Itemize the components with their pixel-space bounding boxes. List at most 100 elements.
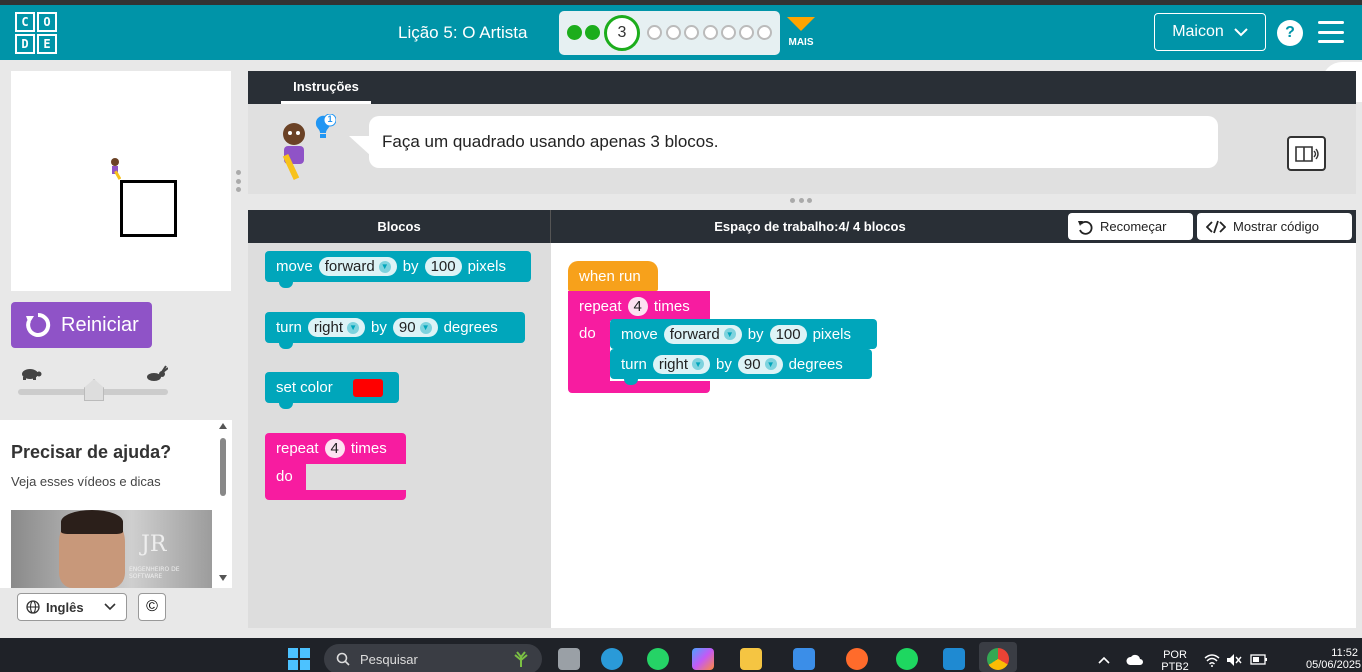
repeat-count-field[interactable]: 4 bbox=[627, 296, 648, 316]
angle-dropdown[interactable]: 90 ▼ bbox=[737, 354, 783, 374]
scroll-up-icon[interactable] bbox=[218, 422, 228, 430]
move-block[interactable]: move forward ▼ by 100 pixels bbox=[610, 319, 877, 355]
speed-slider[interactable] bbox=[18, 365, 170, 405]
help-scrollbar[interactable] bbox=[218, 422, 228, 584]
more-levels-button[interactable]: MAIS bbox=[785, 17, 817, 48]
instruction-bubble: Faça um quadrado usando apenas 3 blocos. bbox=[349, 116, 1326, 171]
tab-instructions[interactable]: Instruções bbox=[281, 71, 371, 104]
help-button[interactable]: ? bbox=[1277, 20, 1303, 46]
clock[interactable]: 11:52 05/06/2025 bbox=[1306, 647, 1362, 671]
edge-icon[interactable] bbox=[601, 648, 623, 670]
turn-block[interactable]: turn right ▼ by 90 ▼ degrees bbox=[610, 349, 872, 385]
logo-letter: E bbox=[37, 34, 57, 54]
level-dot[interactable] bbox=[721, 25, 736, 40]
toolbox-set-color-block[interactable]: set color bbox=[265, 372, 399, 409]
chevron-down-icon bbox=[104, 603, 116, 611]
program-workspace[interactable]: when run repeat 4 times do move forward ▼… bbox=[551, 243, 1356, 628]
scroll-down-icon[interactable] bbox=[218, 574, 228, 582]
artist-canvas bbox=[11, 71, 231, 291]
hint-count: 1 bbox=[327, 114, 333, 124]
wifi-icon[interactable] bbox=[1204, 653, 1220, 667]
repeat-block-bottom bbox=[265, 490, 406, 500]
dropdown-arrow-icon: ▼ bbox=[378, 260, 391, 273]
taskbar-search[interactable]: Pesquisar bbox=[324, 644, 542, 672]
angle-dropdown[interactable]: 90 ▼ bbox=[392, 318, 438, 337]
reset-button[interactable]: Reiniciar bbox=[11, 302, 152, 348]
block-label: do bbox=[276, 468, 293, 485]
toolbox-turn-block[interactable]: turn right ▼ by 90 ▼ degrees bbox=[265, 312, 525, 349]
lesson-title[interactable]: Lição 5: O Artista bbox=[398, 23, 527, 43]
show-code-button[interactable]: Mostrar código bbox=[1197, 213, 1352, 240]
chrome-active-tab[interactable] bbox=[979, 642, 1017, 672]
language-line: PTB2 bbox=[1161, 661, 1189, 672]
help-video-thumbnail[interactable]: JR ENGENHEIRO DE SOFTWARE bbox=[11, 510, 212, 588]
block-label: by bbox=[371, 319, 387, 336]
level-dot[interactable] bbox=[647, 25, 662, 40]
repeat-count-field[interactable]: 4 bbox=[324, 439, 345, 458]
level-dot[interactable] bbox=[684, 25, 699, 40]
level-dot-completed[interactable] bbox=[585, 25, 600, 40]
level-dot[interactable] bbox=[739, 25, 754, 40]
code-icon bbox=[1206, 220, 1226, 233]
color-swatch[interactable] bbox=[352, 378, 383, 397]
chevron-up-icon[interactable] bbox=[1098, 656, 1110, 664]
hamburger-menu-icon[interactable] bbox=[1318, 21, 1344, 43]
amount-field[interactable]: 100 bbox=[424, 257, 462, 276]
direction-dropdown[interactable]: right ▼ bbox=[652, 354, 711, 374]
help-title: Precisar de ajuda? bbox=[11, 442, 172, 462]
direction-dropdown[interactable]: right ▼ bbox=[307, 318, 366, 337]
block-label: move bbox=[621, 325, 658, 343]
battery-icon[interactable] bbox=[1250, 653, 1268, 666]
level-dot[interactable] bbox=[666, 25, 681, 40]
file-explorer-icon[interactable] bbox=[740, 648, 762, 670]
whatsapp-icon[interactable] bbox=[647, 648, 669, 670]
logo-letter: O bbox=[37, 12, 57, 32]
level-dot-current[interactable]: 3 bbox=[604, 15, 640, 51]
help-panel: Precisar de ajuda? Veja esses vídeos e d… bbox=[0, 420, 232, 588]
when-run-block[interactable]: when run bbox=[568, 261, 658, 297]
chrome-icon bbox=[987, 648, 1009, 670]
column-drag-handle[interactable] bbox=[236, 170, 242, 192]
cloud-icon[interactable] bbox=[1126, 654, 1144, 666]
copilot-icon[interactable] bbox=[692, 648, 714, 670]
turtle-icon bbox=[22, 369, 42, 380]
level-dot[interactable] bbox=[757, 25, 772, 40]
level-progress: 3 bbox=[559, 11, 780, 55]
help-subtitle: Veja esses vídeos e dicas bbox=[11, 474, 161, 489]
vscode-icon[interactable] bbox=[943, 648, 965, 670]
input-language[interactable]: POR PTB2 bbox=[1160, 649, 1190, 672]
user-menu-button[interactable]: Maicon bbox=[1154, 13, 1266, 51]
artist-sprite-icon bbox=[111, 158, 121, 180]
direction-dropdown[interactable]: forward ▼ bbox=[663, 324, 742, 344]
scrollbar-thumb[interactable] bbox=[220, 438, 226, 496]
amount-field[interactable]: 100 bbox=[769, 324, 807, 344]
language-selector[interactable]: Inglês bbox=[17, 593, 127, 621]
video-subcaption: ENGENHEIRO DE SOFTWARE bbox=[129, 566, 180, 580]
slider-thumb[interactable] bbox=[84, 379, 104, 401]
toolbox-move-block[interactable]: move forward ▼ by 100 pixels bbox=[265, 251, 531, 288]
firefox-icon[interactable] bbox=[846, 648, 868, 670]
globe-icon bbox=[26, 600, 40, 614]
restart-button[interactable]: Recomeçar bbox=[1068, 213, 1193, 240]
text-to-speech-button[interactable] bbox=[1287, 136, 1326, 171]
code-logo[interactable]: C O D E bbox=[15, 12, 57, 54]
speaker-muted-icon[interactable] bbox=[1226, 653, 1242, 667]
repeat-block[interactable]: repeat 4 times bbox=[568, 291, 710, 321]
plant-icon bbox=[514, 651, 528, 667]
task-view-icon[interactable] bbox=[558, 648, 580, 670]
instructions-resize-handle[interactable] bbox=[790, 198, 812, 204]
block-label: times bbox=[653, 297, 690, 315]
direction-dropdown[interactable]: forward ▼ bbox=[318, 257, 397, 276]
video-person-hair bbox=[61, 510, 123, 534]
toolbox-repeat-block[interactable]: repeat 4 times bbox=[265, 433, 406, 464]
level-dot[interactable] bbox=[703, 25, 718, 40]
level-dot-completed[interactable] bbox=[567, 25, 582, 40]
copyright-button[interactable]: © bbox=[138, 593, 166, 621]
clock-date: 05/06/2025 bbox=[1306, 659, 1362, 671]
rabbit-icon bbox=[147, 365, 168, 381]
block-label: by bbox=[402, 258, 419, 275]
microsoft-store-icon[interactable] bbox=[793, 648, 815, 670]
windows-start-icon[interactable] bbox=[288, 648, 310, 670]
block-label: degrees bbox=[788, 355, 843, 373]
spotify-icon[interactable] bbox=[896, 648, 918, 670]
